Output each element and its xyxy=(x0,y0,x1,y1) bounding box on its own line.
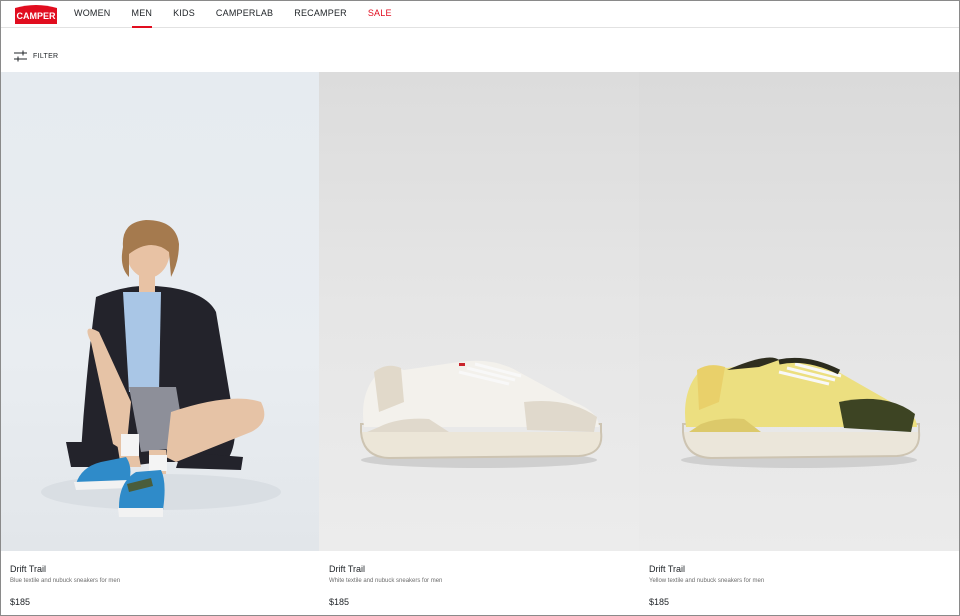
nav-item-camperlab[interactable]: CAMPERLAB xyxy=(216,1,273,28)
nav-item-women[interactable]: WOMEN xyxy=(74,1,111,28)
product-card[interactable]: Drift Trail Yellow textile and nubuck sn… xyxy=(639,72,959,616)
product-image[interactable] xyxy=(1,72,319,551)
product-card[interactable]: Drift Trail White textile and nubuck sne… xyxy=(319,72,639,616)
product-price: $185 xyxy=(649,597,670,607)
filter-button[interactable]: FILTER xyxy=(14,49,58,63)
product-description: White textile and nubuck sneakers for me… xyxy=(329,578,443,584)
product-name[interactable]: Drift Trail xyxy=(649,564,685,574)
product-image[interactable] xyxy=(639,72,959,551)
product-price: $185 xyxy=(10,597,31,607)
camper-logo[interactable]: CAMPER xyxy=(14,3,58,25)
product-name[interactable]: Drift Trail xyxy=(329,564,365,574)
filter-icon xyxy=(14,50,27,62)
nav-item-sale[interactable]: SALE xyxy=(368,1,392,28)
product-name[interactable]: Drift Trail xyxy=(10,564,46,574)
white-sneaker-photo xyxy=(360,360,603,468)
filter-label: FILTER xyxy=(33,52,59,60)
product-image[interactable] xyxy=(319,72,639,551)
nav-item-men[interactable]: MEN xyxy=(131,1,153,28)
nav-item-kids[interactable]: KIDS xyxy=(173,1,195,28)
site-header: CAMPER WOMEN MEN KIDS CAMPERLAB RECAMPER… xyxy=(1,1,959,28)
product-grid: Drift Trail Blue textile and nubuck snea… xyxy=(1,72,959,616)
yellow-sneaker-photo xyxy=(681,357,921,468)
product-description: Blue textile and nubuck sneakers for men xyxy=(10,578,121,584)
product-price: $185 xyxy=(329,597,350,607)
main-nav: WOMEN MEN KIDS CAMPERLAB RECAMPER SALE xyxy=(74,1,413,28)
product-card[interactable]: Drift Trail Blue textile and nubuck snea… xyxy=(1,72,319,616)
svg-text:CAMPER: CAMPER xyxy=(16,11,56,21)
product-description: Yellow textile and nubuck sneakers for m… xyxy=(649,578,765,584)
model-photo xyxy=(41,220,281,517)
nav-item-recamper[interactable]: RECAMPER xyxy=(294,1,347,28)
